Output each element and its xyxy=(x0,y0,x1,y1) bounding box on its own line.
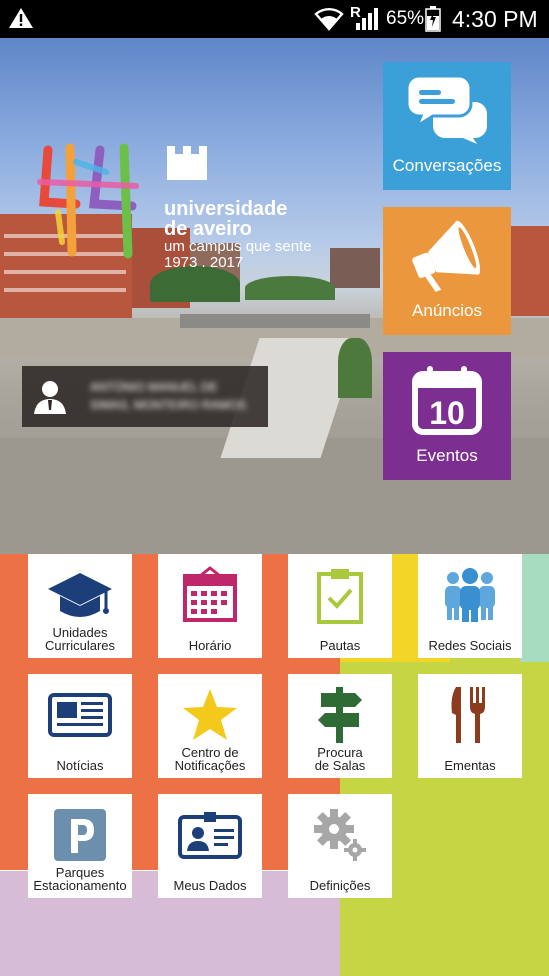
anniversary-44-graphic xyxy=(37,143,139,259)
star-icon xyxy=(183,689,237,740)
redes-label: Redes Sociais xyxy=(428,638,512,653)
newspaper-icon xyxy=(48,693,112,737)
bg-mint-block xyxy=(520,554,549,662)
university-logo: universidade de aveiro um campus que sen… xyxy=(36,142,326,292)
parques-estacionamento-tile[interactable]: Parques Estacionamento xyxy=(28,794,132,898)
ementas-label: Ementas xyxy=(444,758,496,773)
parques-label: Parques Estacionamento xyxy=(33,865,127,893)
user-icon xyxy=(34,381,66,414)
logo-years: 1973 . 2017 xyxy=(164,254,244,271)
people-icon xyxy=(445,568,495,622)
ementas-tile[interactable]: Ementas xyxy=(418,674,522,778)
battery-percent: 65% xyxy=(386,8,425,29)
centro-notificacoes-tile[interactable]: Centro de Notificações xyxy=(158,674,262,778)
user-profile-box[interactable]: ANTÓNIO MANUEL DE SIMAS, MONTEIRO RAMOS xyxy=(22,366,268,427)
noticias-label: Notícias xyxy=(56,758,104,773)
definicoes-tile[interactable]: Definições xyxy=(288,794,392,898)
ua-shield-icon xyxy=(167,146,207,180)
svg-text:10: 10 xyxy=(429,395,465,431)
menu-grid: Unidades Curriculares Horário Pautas Red… xyxy=(0,554,549,976)
announcements-label: Anúncios xyxy=(412,301,482,320)
unidades-label: Unidades Curriculares xyxy=(44,625,116,653)
definicoes-label: Definições xyxy=(309,878,371,893)
unidades-curriculares-tile[interactable]: Unidades Curriculares xyxy=(28,554,132,658)
calendar-icon: 10 xyxy=(412,366,482,435)
noticias-tile[interactable]: Notícias xyxy=(28,674,132,778)
signpost-icon xyxy=(318,687,362,743)
user-name: ANTÓNIO MANUEL DE SIMAS, MONTEIRO RAMOS xyxy=(90,380,247,412)
fork-knife-icon xyxy=(451,687,485,743)
horario-tile[interactable]: Horário xyxy=(158,554,262,658)
clock: 4:30 PM xyxy=(452,6,538,32)
horario-label: Horário xyxy=(188,638,232,653)
graduation-cap-icon xyxy=(48,573,112,617)
events-tile[interactable]: 10 Eventos xyxy=(383,352,511,480)
battery-icon xyxy=(425,6,441,32)
chat-icon xyxy=(405,74,487,144)
parking-icon xyxy=(54,809,106,861)
warning-icon xyxy=(9,8,33,28)
procura-salas-tile[interactable]: Procura de Salas xyxy=(288,674,392,778)
procura-label: Procura de Salas xyxy=(314,745,366,773)
pautas-label: Pautas xyxy=(319,638,361,653)
centro-label: Centro de Notificações xyxy=(174,745,246,773)
status-bar: R 65% 4:30 PM xyxy=(0,0,549,38)
pautas-tile[interactable]: Pautas xyxy=(288,554,392,658)
signal-icon xyxy=(356,8,378,30)
conversations-tile[interactable]: Conversações xyxy=(383,62,511,190)
id-card-icon xyxy=(178,812,242,859)
meus-dados-label: Meus Dados xyxy=(173,878,247,893)
schedule-icon xyxy=(183,566,237,622)
clipboard-check-icon xyxy=(317,569,363,624)
redes-sociais-tile[interactable]: Redes Sociais xyxy=(418,554,522,658)
logo-tagline: um campus que sente xyxy=(164,238,312,255)
megaphone-icon xyxy=(412,220,481,292)
conversations-label: Conversações xyxy=(392,156,502,175)
events-label: Eventos xyxy=(416,446,478,465)
logo-name-line2: de aveiro xyxy=(164,218,252,240)
logo-name-line1: universidade xyxy=(164,198,288,220)
gears-icon xyxy=(314,809,366,861)
wifi-icon xyxy=(314,8,344,31)
announcements-tile[interactable]: Anúncios xyxy=(383,207,511,335)
meus-dados-tile[interactable]: Meus Dados xyxy=(158,794,262,898)
